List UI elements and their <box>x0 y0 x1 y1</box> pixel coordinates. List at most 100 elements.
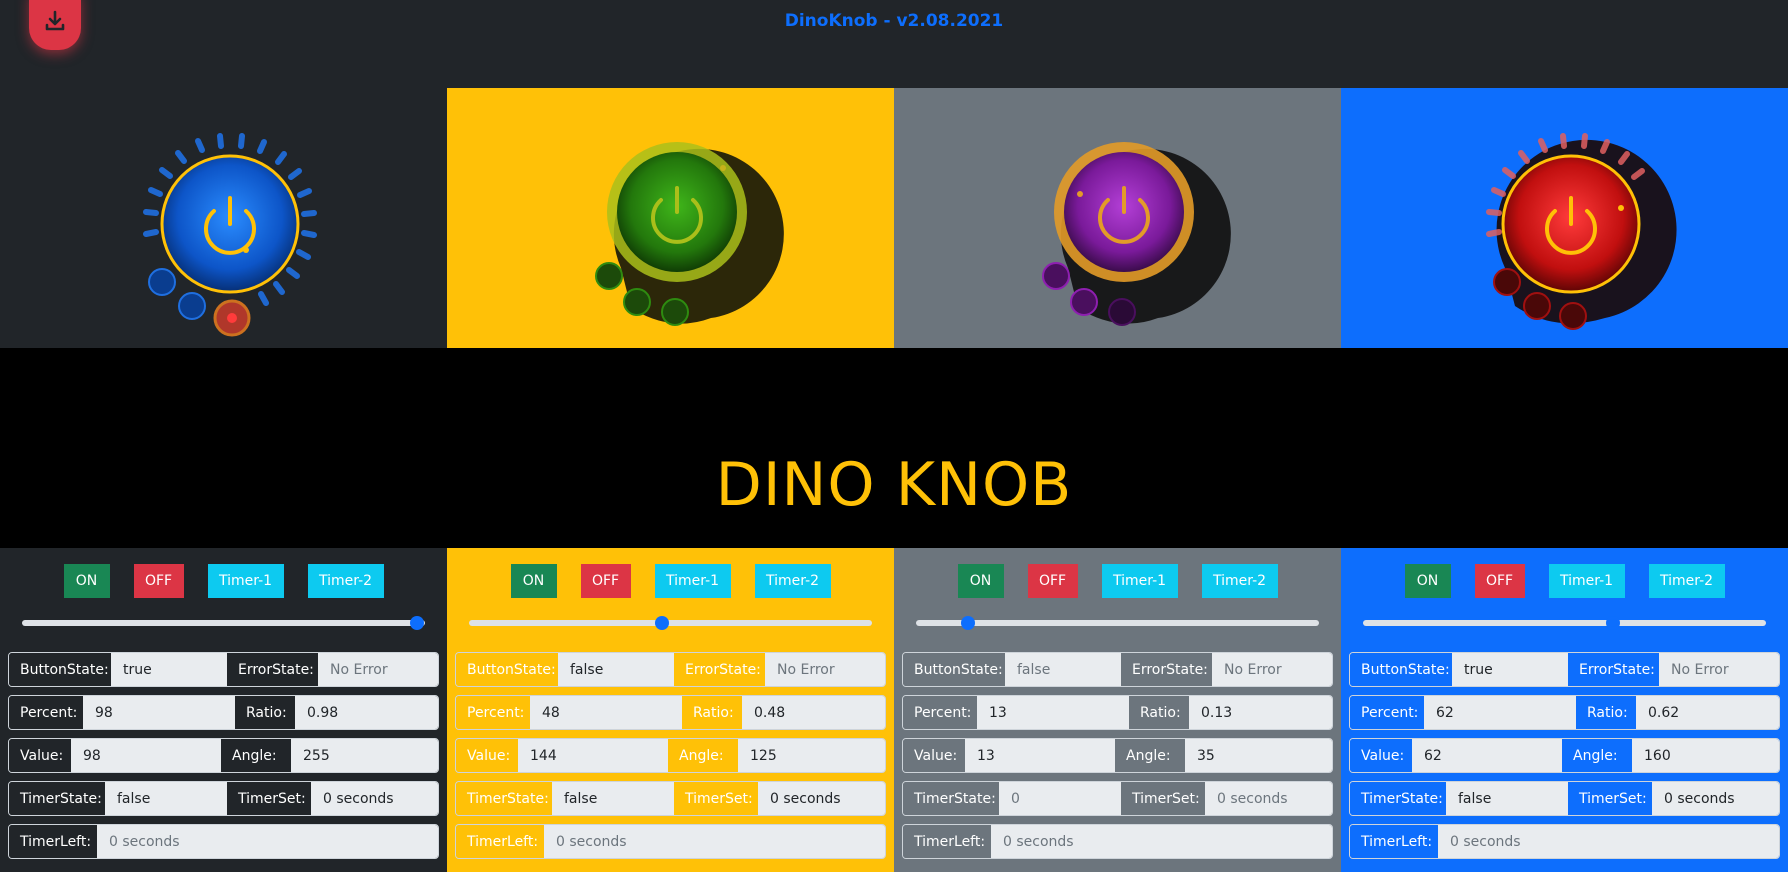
button-state-value: true <box>111 653 227 686</box>
timer-1-button[interactable]: Timer-1 <box>207 564 284 598</box>
timer-2-button[interactable]: Timer-2 <box>1201 564 1278 598</box>
percent-value: 13 <box>977 696 1129 729</box>
timer-set-label: TimerSet: <box>1568 782 1652 815</box>
timer-2-button[interactable]: Timer-2 <box>307 564 384 598</box>
button-state-value: true <box>1452 653 1568 686</box>
button-state-label: ButtonState: <box>1350 653 1452 686</box>
ratio-label: Ratio: <box>682 696 742 729</box>
knob-1[interactable] <box>104 98 344 338</box>
value-label: Value: <box>903 739 965 772</box>
percent-slider[interactable] <box>1363 614 1766 632</box>
slider-thumb[interactable] <box>655 616 670 630</box>
knob-panel-1 <box>0 88 447 348</box>
timer-1-button[interactable]: Timer-1 <box>1548 564 1625 598</box>
control-panel-3: ON OFF Timer-1 Timer-2 ButtonState: fals… <box>894 548 1341 872</box>
on-button[interactable]: ON <box>1404 564 1451 598</box>
timer-left-label: TimerLeft: <box>903 825 991 858</box>
button-row: ON OFF Timer-1 Timer-2 <box>8 564 439 598</box>
off-button[interactable]: OFF <box>580 564 631 598</box>
off-button[interactable]: OFF <box>1474 564 1525 598</box>
timer-left-label: TimerLeft: <box>456 825 544 858</box>
ratio-label: Ratio: <box>235 696 295 729</box>
percent-slider[interactable] <box>916 614 1319 632</box>
percent-slider[interactable] <box>469 614 872 632</box>
control-panel-1: ON OFF Timer-1 Timer-2 ButtonState: true… <box>0 548 447 872</box>
timer-set-value: 0 seconds <box>1652 782 1779 815</box>
value-value: 144 <box>518 739 668 772</box>
timer-set-label: TimerSet: <box>227 782 311 815</box>
timer-2-button[interactable]: Timer-2 <box>1648 564 1725 598</box>
on-button[interactable]: ON <box>63 564 110 598</box>
knob-3[interactable] <box>998 98 1238 338</box>
timer-1-button[interactable]: Timer-1 <box>654 564 731 598</box>
ratio-value: 0.48 <box>742 696 885 729</box>
knob-panel-3 <box>894 88 1341 348</box>
timer-left-value: 0 seconds <box>1438 825 1779 858</box>
percent-label: Percent: <box>1350 696 1424 729</box>
field-row: Value: 144 Angle: 125 <box>455 738 886 773</box>
timer-set-value: 0 seconds <box>758 782 885 815</box>
timer-2-button[interactable]: Timer-2 <box>754 564 831 598</box>
field-row: ButtonState: false ErrorState: No Error <box>455 652 886 687</box>
timer-1-button[interactable]: Timer-1 <box>1101 564 1178 598</box>
button-row: ON OFF Timer-1 Timer-2 <box>902 564 1333 598</box>
angle-value: 35 <box>1185 739 1332 772</box>
value-label: Value: <box>456 739 518 772</box>
timer-left-value: 0 seconds <box>97 825 438 858</box>
timer-set-label: TimerSet: <box>674 782 758 815</box>
knob-4[interactable] <box>1445 98 1685 338</box>
angle-value: 160 <box>1632 739 1779 772</box>
button-state-label: ButtonState: <box>9 653 111 686</box>
on-button[interactable]: ON <box>510 564 557 598</box>
timer-left-value: 0 seconds <box>991 825 1332 858</box>
percent-label: Percent: <box>9 696 83 729</box>
field-row: ButtonState: false ErrorState: No Error <box>902 652 1333 687</box>
control-panel-2: ON OFF Timer-1 Timer-2 ButtonState: fals… <box>447 548 894 872</box>
value-value: 62 <box>1412 739 1562 772</box>
angle-label: Angle: <box>668 739 738 772</box>
value-label: Value: <box>9 739 71 772</box>
field-row: TimerState: false TimerSet: 0 seconds <box>1349 781 1780 816</box>
error-state-label: ErrorState: <box>227 653 318 686</box>
error-state-label: ErrorState: <box>674 653 765 686</box>
off-button[interactable]: OFF <box>133 564 184 598</box>
error-state-value: No Error <box>1659 653 1779 686</box>
angle-label: Angle: <box>221 739 291 772</box>
knob-2[interactable] <box>551 98 791 338</box>
angle-value: 255 <box>291 739 438 772</box>
ratio-value: 0.13 <box>1189 696 1332 729</box>
timer-state-label: TimerState: <box>456 782 552 815</box>
field-rows: ButtonState: true ErrorState: No Error P… <box>1349 652 1780 859</box>
percent-slider[interactable] <box>22 614 425 632</box>
timer-state-label: TimerState: <box>903 782 999 815</box>
field-row: TimerLeft: 0 seconds <box>8 824 439 859</box>
button-state-value: false <box>558 653 674 686</box>
timer-set-value: 0 seconds <box>1205 782 1332 815</box>
error-state-value: No Error <box>765 653 885 686</box>
percent-label: Percent: <box>903 696 977 729</box>
button-row: ON OFF Timer-1 Timer-2 <box>1349 564 1780 598</box>
knob-panel-2 <box>447 88 894 348</box>
field-rows: ButtonState: false ErrorState: No Error … <box>902 652 1333 859</box>
slider-thumb[interactable] <box>961 616 976 630</box>
control-panel-4: ON OFF Timer-1 Timer-2 ButtonState: true… <box>1341 548 1788 872</box>
on-button[interactable]: ON <box>957 564 1004 598</box>
banner-title: DINO KNOB <box>715 450 1073 520</box>
slider-track <box>916 620 1319 626</box>
timer-set-value: 0 seconds <box>311 782 438 815</box>
controls-row: ON OFF Timer-1 Timer-2 ButtonState: true… <box>0 548 1788 872</box>
timer-left-value: 0 seconds <box>544 825 885 858</box>
knob-row <box>0 88 1788 348</box>
slider-track <box>22 620 425 626</box>
field-row: Value: 98 Angle: 255 <box>8 738 439 773</box>
ratio-value: 0.62 <box>1636 696 1779 729</box>
button-row: ON OFF Timer-1 Timer-2 <box>455 564 886 598</box>
field-row: Value: 13 Angle: 35 <box>902 738 1333 773</box>
ratio-label: Ratio: <box>1129 696 1189 729</box>
off-button[interactable]: OFF <box>1027 564 1078 598</box>
field-row: Value: 62 Angle: 160 <box>1349 738 1780 773</box>
button-state-label: ButtonState: <box>456 653 558 686</box>
slider-thumb[interactable] <box>409 616 424 630</box>
slider-track <box>469 620 872 626</box>
slider-thumb[interactable] <box>1605 616 1620 630</box>
